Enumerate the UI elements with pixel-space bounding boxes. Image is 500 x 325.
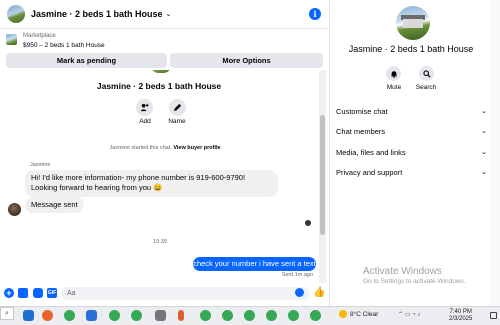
chevron-down-icon: ⌄ bbox=[481, 149, 487, 156]
message-scrollbar[interactable] bbox=[319, 70, 326, 283]
chrome-icon[interactable] bbox=[131, 310, 142, 321]
chat-pane: Jasmine · 2 beds 1 bath House ⌄ i Market… bbox=[0, 0, 330, 306]
weather-text: 8°C Clear bbox=[350, 310, 379, 318]
add-button[interactable] bbox=[136, 99, 153, 116]
clock-time: 7:40 PM bbox=[449, 309, 472, 315]
intro-avatar bbox=[150, 70, 172, 73]
chrome-icon[interactable] bbox=[266, 310, 277, 321]
intro-name: Jasmine · 2 beds 1 bath House bbox=[96, 81, 222, 91]
watermark-heading: Activate Windows bbox=[363, 266, 442, 277]
name-button[interactable] bbox=[169, 99, 186, 116]
app-icon[interactable] bbox=[86, 310, 97, 321]
notification-icon[interactable] bbox=[490, 312, 497, 319]
search-button[interactable] bbox=[419, 66, 434, 81]
task-view-icon[interactable] bbox=[23, 310, 34, 321]
clock[interactable]: 7:40 PM 2/3/2025 bbox=[449, 309, 472, 323]
plus-icon[interactable]: + bbox=[4, 288, 14, 298]
sun-icon bbox=[339, 310, 347, 318]
mute-button[interactable] bbox=[386, 66, 401, 81]
chrome-icon[interactable] bbox=[288, 310, 299, 321]
section-label: Privacy and support bbox=[336, 167, 403, 177]
message-input[interactable]: Aa bbox=[61, 287, 310, 300]
section-label: Customise chat bbox=[336, 106, 388, 116]
incoming-message[interactable]: Hi! I'd like more information- my phone … bbox=[25, 170, 278, 197]
marketplace-label: Marketplace bbox=[23, 33, 56, 39]
section-media-files-links[interactable]: Media, files and links ⌄ bbox=[336, 144, 487, 160]
chat-header: Jasmine · 2 beds 1 bath House ⌄ i bbox=[0, 0, 330, 29]
chrome-icon[interactable] bbox=[64, 310, 75, 321]
sticker-icon[interactable] bbox=[33, 288, 43, 298]
outgoing-message[interactable]: check your number i have sent a text bbox=[193, 257, 316, 271]
chat-title[interactable]: Jasmine · 2 beds 1 bath House bbox=[31, 9, 163, 19]
message-list[interactable]: Jasmine · 2 beds 1 bath House Add Name J… bbox=[0, 70, 330, 283]
chrome-icon[interactable] bbox=[222, 310, 233, 321]
listing-price-title: $950 – 2 beds 1 bath House bbox=[23, 42, 105, 49]
started-text: Jasmine started this chat. bbox=[109, 145, 172, 151]
emoji-icon[interactable] bbox=[295, 288, 304, 297]
sent-status: Sent 1m ago bbox=[281, 272, 313, 278]
message-timestamp: 19:39 bbox=[153, 239, 167, 245]
section-privacy-support[interactable]: Privacy and support ⌄ bbox=[336, 164, 487, 180]
search-icon bbox=[422, 69, 431, 78]
chat-avatar[interactable] bbox=[7, 5, 25, 23]
info-scrollbar[interactable] bbox=[491, 0, 500, 306]
active-app-icon[interactable] bbox=[178, 310, 184, 321]
add-label: Add bbox=[139, 118, 151, 125]
taskbar-search-icon[interactable]: ⌕ bbox=[0, 307, 14, 320]
chat-started-notice: Jasmine started this chat. View buyer pr… bbox=[0, 145, 330, 151]
section-chat-members[interactable]: Chat members ⌄ bbox=[336, 123, 487, 139]
scrollbar-thumb[interactable] bbox=[320, 115, 325, 235]
chrome-icon[interactable] bbox=[310, 310, 321, 321]
conversation-avatar bbox=[396, 6, 430, 40]
sender-avatar[interactable] bbox=[8, 203, 21, 216]
section-customise-chat[interactable]: Customise chat ⌄ bbox=[336, 103, 487, 119]
add-person-icon bbox=[140, 103, 149, 112]
chevron-down-icon[interactable]: ⌄ bbox=[166, 10, 172, 18]
gif-icon[interactable]: GIF bbox=[47, 288, 57, 298]
chat-info-pane: Jasmine · 2 beds 1 bath House Mute Searc… bbox=[331, 0, 500, 306]
more-options-button[interactable]: More Options bbox=[170, 53, 323, 68]
firefox-icon[interactable] bbox=[42, 310, 53, 321]
chevron-down-icon: ⌄ bbox=[481, 128, 487, 135]
image-icon[interactable] bbox=[18, 288, 28, 298]
activate-windows-watermark: Activate Windows Go to Settings to activ… bbox=[363, 266, 466, 285]
mute-label: Mute bbox=[386, 84, 402, 91]
sender-name: Jasmine bbox=[30, 162, 51, 168]
section-label: Chat members bbox=[336, 126, 386, 136]
search-label: Search bbox=[415, 84, 437, 91]
info-icon[interactable]: i bbox=[309, 8, 321, 20]
chevron-down-icon: ⌄ bbox=[481, 108, 487, 115]
section-label: Media, files and links bbox=[336, 147, 406, 157]
chrome-icon[interactable] bbox=[109, 310, 120, 321]
bell-icon bbox=[390, 70, 397, 78]
house-body bbox=[403, 19, 423, 28]
view-buyer-profile-link[interactable]: View buyer profile bbox=[173, 145, 220, 151]
pencil-icon bbox=[173, 103, 182, 112]
info-title: Jasmine · 2 beds 1 bath House bbox=[348, 44, 474, 54]
clock-date: 2/3/2025 bbox=[449, 316, 473, 322]
taskbar: ⌕ 8°C Clear ⌃ ▭ ◔ ♪ 7:40 PM 2/3/2025 bbox=[0, 306, 500, 325]
chrome-icon[interactable] bbox=[200, 310, 211, 321]
listing-thumbnail bbox=[6, 34, 17, 45]
read-receipt-avatar bbox=[305, 220, 311, 226]
app-icon[interactable] bbox=[155, 310, 166, 321]
listing-banner[interactable]: Marketplace $950 – 2 beds 1 bath House bbox=[0, 30, 330, 52]
watermark-subtext: Go to Settings to activate Windows. bbox=[363, 278, 466, 285]
chevron-down-icon: ⌄ bbox=[481, 169, 487, 176]
chrome-icon[interactable] bbox=[244, 310, 255, 321]
composer: + GIF Aa 👍 bbox=[0, 284, 330, 304]
name-label: Name bbox=[168, 118, 186, 125]
incoming-message[interactable]: Message sent bbox=[25, 197, 84, 213]
system-tray[interactable]: ⌃ ▭ ◔ ♪ bbox=[398, 311, 420, 318]
mark-as-pending-button[interactable]: Mark as pending bbox=[6, 53, 167, 68]
weather-widget[interactable]: 8°C Clear bbox=[339, 310, 378, 318]
thumbs-up-icon[interactable]: 👍 bbox=[313, 287, 325, 298]
